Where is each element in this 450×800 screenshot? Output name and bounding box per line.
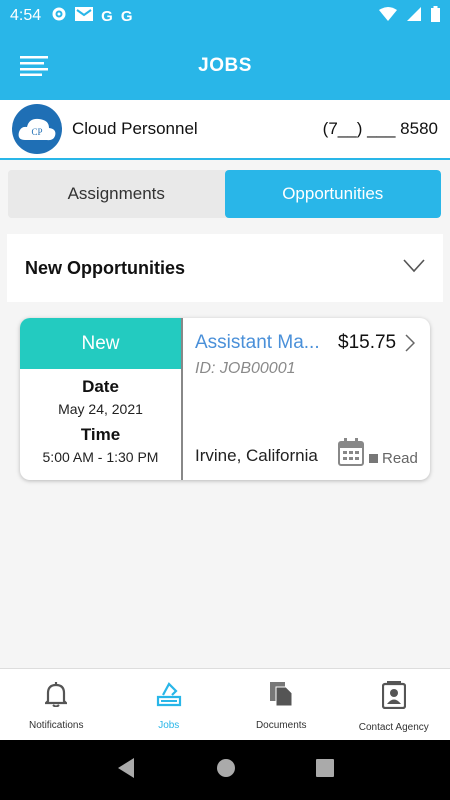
chevron-right-icon[interactable] — [405, 334, 416, 357]
page-title: JOBS — [198, 55, 252, 76]
app-bar: JOBS — [0, 32, 450, 100]
jobs-icon — [156, 681, 182, 712]
date-value: May 24, 2021 — [58, 401, 143, 417]
nav-label: Notifications — [29, 720, 84, 731]
tab-assignments[interactable]: Assignments — [8, 170, 225, 218]
job-id: ID: JOB00001 — [195, 360, 296, 377]
read-label: Read — [382, 450, 418, 467]
time-block: Time 5:00 AM - 1:30 PM — [20, 425, 181, 465]
tab-opportunities[interactable]: Opportunities — [224, 170, 441, 218]
calendar-icon[interactable] — [338, 438, 364, 471]
nav-documents[interactable]: Documents — [225, 669, 338, 740]
system-icons — [379, 5, 440, 27]
new-opportunities-section[interactable]: New Opportunities — [7, 234, 443, 302]
battery-icon — [431, 5, 440, 27]
job-location: Irvine, California — [195, 446, 318, 465]
nav-label: Documents — [255, 720, 307, 731]
agency-logo: CP — [12, 104, 62, 154]
job-rate: $15.75 — [338, 332, 397, 353]
google-icon: G — [101, 7, 113, 25]
menu-icon[interactable] — [20, 56, 48, 76]
nav-label: Jobs — [158, 720, 180, 731]
recents-icon[interactable] — [316, 758, 334, 782]
segmented-tabs: Assignments Opportunities — [8, 170, 441, 218]
notification-icons: G G — [51, 6, 132, 26]
nav-jobs[interactable]: Jobs — [113, 669, 226, 740]
read-square-icon — [369, 454, 378, 463]
back-icon[interactable] — [116, 757, 136, 784]
job-card-details: Assistant Ma... $15.75 ID: JOB00001 Irvi… — [183, 318, 430, 480]
agency-phone[interactable]: (7__) ___ 8580 — [323, 119, 438, 139]
agency-header: CP Cloud Personnel (7__) ___ 8580 — [0, 100, 450, 160]
date-block: Date May 24, 2021 — [20, 377, 181, 417]
status-bar: 4:54 G G — [0, 0, 450, 32]
bell-icon — [43, 681, 69, 712]
mail-icon — [75, 7, 94, 25]
wifi-icon — [379, 6, 397, 26]
time-value: 5:00 AM - 1:30 PM — [42, 449, 159, 465]
bottom-navigation: Notifications Jobs Documents Contact Age… — [0, 668, 450, 740]
gear-icon — [51, 6, 67, 26]
read-status: Read — [369, 450, 418, 467]
agency-name: Cloud Personnel — [72, 119, 198, 138]
home-icon[interactable] — [216, 758, 236, 783]
system-navigation-bar — [0, 740, 450, 800]
job-card-schedule: New Date May 24, 2021 Time 5:00 AM - 1:3… — [20, 318, 183, 480]
job-title[interactable]: Assistant Ma... — [195, 332, 330, 354]
nav-notifications[interactable]: Notifications — [0, 669, 113, 740]
status-badge: New — [20, 318, 181, 369]
time-label: Time — [80, 425, 121, 444]
date-label: Date — [82, 377, 119, 396]
contact-icon — [381, 681, 406, 714]
signal-icon — [407, 6, 421, 26]
nav-label: Contact Agency — [358, 722, 429, 733]
google-icon: G — [120, 7, 133, 25]
job-card[interactable]: New Date May 24, 2021 Time 5:00 AM - 1:3… — [20, 318, 430, 480]
section-title: New Opportunities — [25, 257, 186, 278]
status-time: 4:54 — [10, 7, 42, 24]
logo-text: CP — [31, 127, 42, 137]
documents-icon — [269, 681, 293, 712]
nav-contact-agency[interactable]: Contact Agency — [338, 669, 450, 740]
chevron-down-icon[interactable] — [403, 258, 425, 278]
